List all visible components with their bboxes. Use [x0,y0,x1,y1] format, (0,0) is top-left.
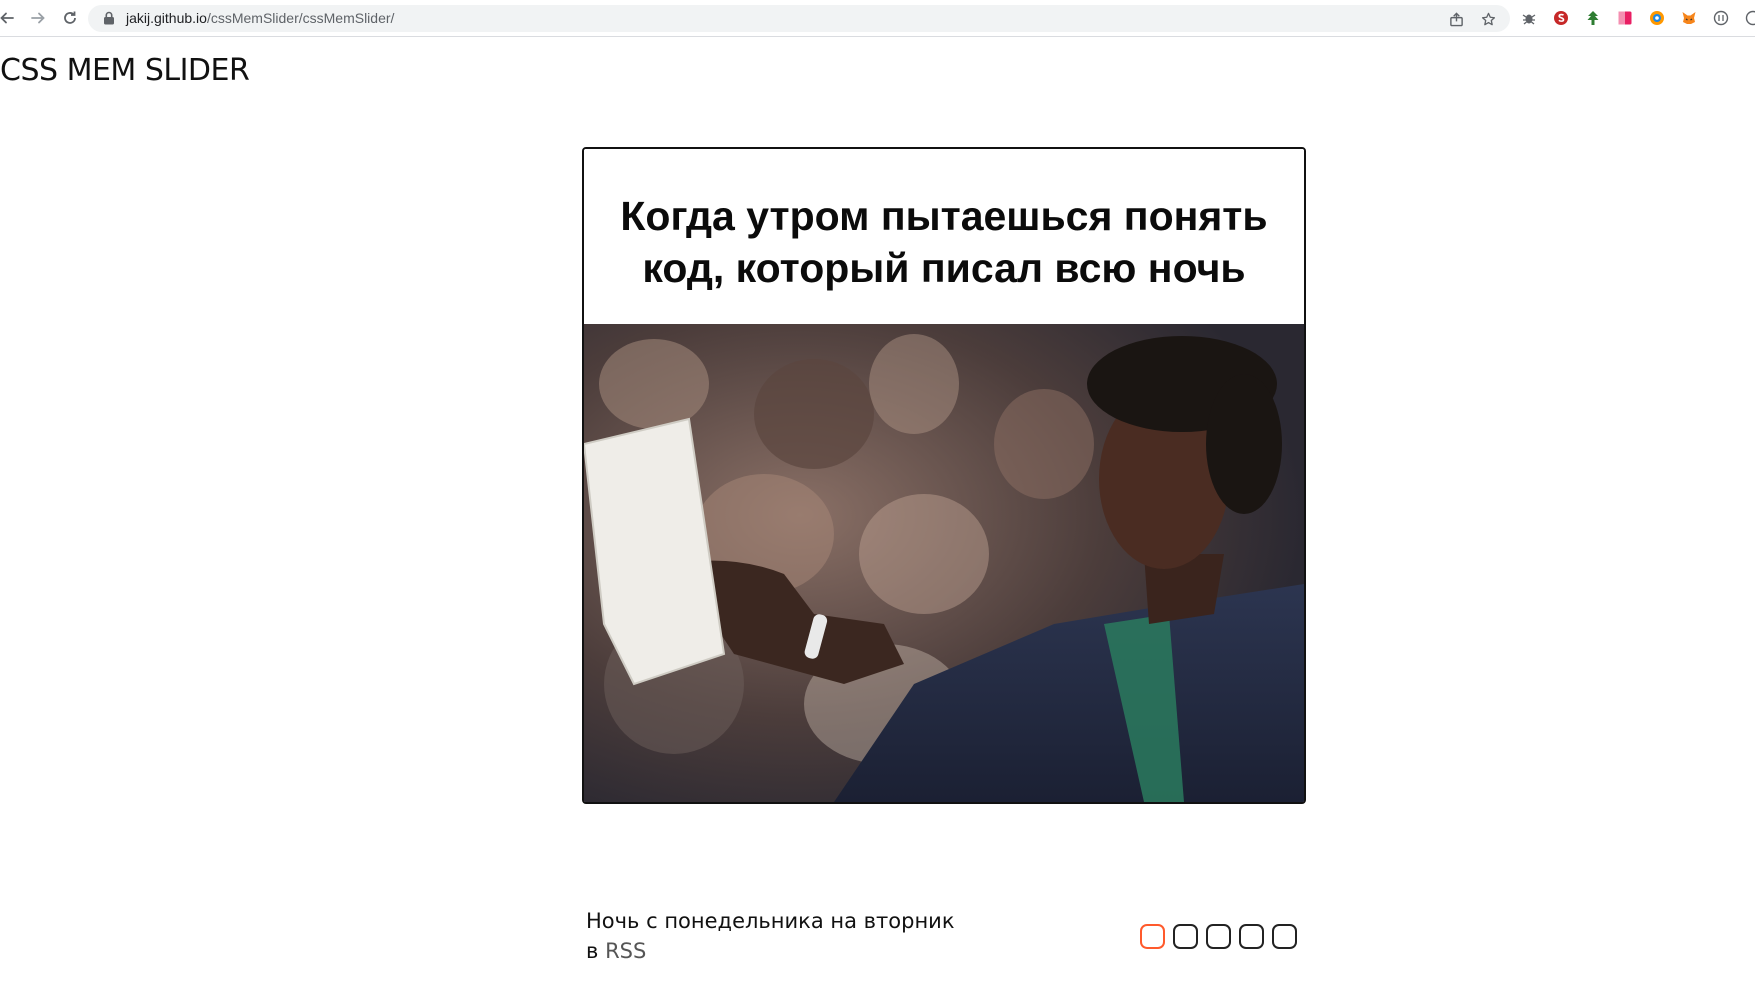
slider-dot-1[interactable] [1140,924,1165,949]
rss-link[interactable]: RSS [605,939,646,963]
url-path: /cssMemSlider/cssMemSlider/ [206,10,395,26]
meme-caption-line-1: Когда утром пытаешься понять [620,192,1268,239]
slide-caption-source: в RSS [586,936,955,966]
page-title: CSS MEM SLIDER [0,53,250,88]
back-arrow-icon[interactable] [0,8,17,28]
meme-photo [584,324,1304,802]
slider-pagination [1140,924,1297,950]
slide-caption: Ночь с понедельника на вторник в RSS [586,906,955,966]
green-tree-extension-icon[interactable] [1584,9,1602,27]
meme-caption-line-2: код, который писал всю ночь [642,244,1246,291]
address-bar[interactable]: jakij.github.io/cssMemSlider/cssMemSlide… [88,5,1510,32]
slider-dot-4[interactable] [1239,924,1264,949]
profile-extension-icon[interactable] [1744,9,1755,27]
url-text[interactable]: jakij.github.io/cssMemSlider/cssMemSlide… [126,10,394,26]
slider-dot-3[interactable] [1206,924,1231,949]
reload-icon[interactable] [60,8,80,28]
meme-slide: Когда утром пытаешься понять код, которы… [582,147,1306,804]
bug-extension-icon[interactable] [1520,9,1538,27]
circle-extension-icon[interactable] [1712,9,1730,27]
metamask-fox-extension-icon[interactable] [1680,9,1698,27]
url-host: jakij.github.io [126,10,207,26]
bookmark-star-icon[interactable] [1478,9,1498,29]
slider-dot-2[interactable] [1173,924,1198,949]
red-s-extension-icon[interactable] [1552,9,1570,27]
meme-caption: Когда утром пытаешься понять код, которы… [584,149,1304,324]
browser-toolbar: jakij.github.io/cssMemSlider/cssMemSlide… [0,0,1755,37]
slide-caption-text: Ночь с понедельника на вторник [586,909,955,933]
lock-icon [104,11,114,25]
color-picker-extension-icon[interactable] [1648,9,1666,27]
slide-caption-prefix: в [586,939,599,963]
forward-arrow-icon[interactable] [28,8,48,28]
share-icon[interactable] [1446,9,1466,29]
slider-dot-5[interactable] [1272,924,1297,949]
pink-square-extension-icon[interactable] [1616,9,1634,27]
